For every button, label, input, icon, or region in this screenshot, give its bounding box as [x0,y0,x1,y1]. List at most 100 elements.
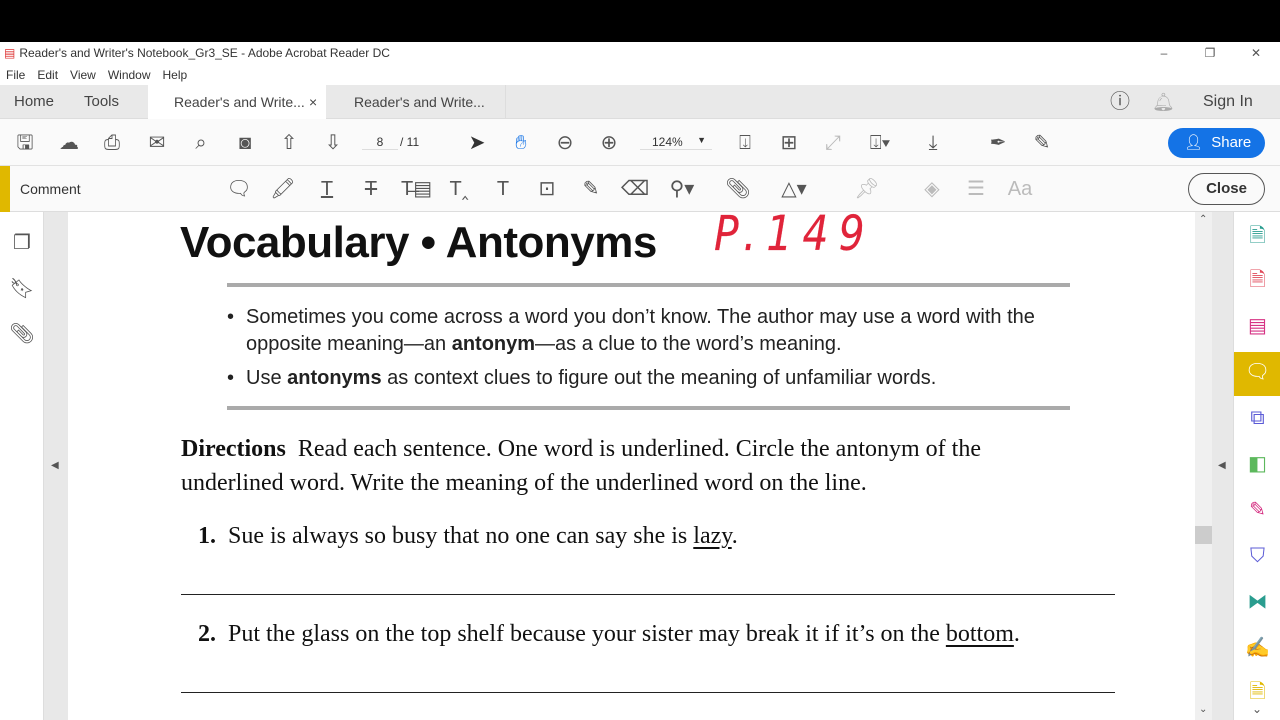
tab-tools[interactable]: Tools [84,85,119,119]
highlight-icon[interactable]: 🖍︎ [269,175,297,203]
snapshot-icon[interactable]: ◙ [231,129,259,157]
shapes-icon[interactable]: △▾ [780,175,808,203]
page-up-icon[interactable]: ⇧ [275,129,303,157]
page-number-input[interactable]: 8 [362,135,398,150]
left-nav-panel: ❐ 🔖︎ 📎︎ [0,212,44,720]
strikethrough-icon[interactable]: T [357,175,385,203]
page-down-icon[interactable]: ⇩ [319,129,347,157]
compare-icon[interactable]: ⧓ [1234,582,1280,622]
restore-button[interactable]: ❐ [1190,42,1230,64]
directions-label: Directions [181,436,286,462]
close-window-button[interactable]: ✕ [1236,42,1276,64]
menu-file[interactable]: File [6,68,25,82]
search-icon[interactable]: ⌕ [187,129,215,157]
scroll-up-icon[interactable]: ⌃ [1199,214,1207,225]
bell-icon[interactable]: 🔔︎ [1152,85,1175,119]
underline-text-icon[interactable]: T [313,175,341,203]
tab-home[interactable]: Home [14,85,54,119]
right-tools-panel: 🗎 🗎 ▤ 🗨︎ ⧉ ◧ ✎ ⛉ ⧓ ✍ 🗎 ⌄ [1233,212,1280,720]
close-comment-button[interactable]: Close [1188,173,1265,205]
menu-view[interactable]: View [70,68,96,82]
page-total: / 11 [400,135,420,149]
insert-text-icon[interactable]: T‸ [445,175,473,203]
expand-left-panel-icon[interactable]: ◀ [51,460,59,471]
fill-sign-tool-icon[interactable]: ✍ [1234,628,1280,668]
protect-icon[interactable]: ⛉ [1234,536,1280,576]
print-icon[interactable]: ⎙ [98,129,126,157]
answer-line-1[interactable] [181,594,1115,595]
select-cursor-icon[interactable]: ➤ [463,129,491,157]
page-display-icon[interactable]: ⍗▾ [866,129,894,157]
bullet-item: • Sometimes you come across a word you do… [227,306,1035,355]
attach-file-icon[interactable]: 📎︎ [724,175,752,203]
sticky-note-icon[interactable]: 🗨︎ [225,175,253,203]
answer-line-2[interactable] [181,692,1115,693]
pdf-app-icon: ▤ [4,46,16,60]
comment-accent-stripe [0,166,10,212]
zoom-out-icon[interactable]: ⊖ [551,129,579,157]
sign-in-link[interactable]: Sign In [1203,85,1253,119]
chevron-down-icon: ▼ [697,135,706,145]
create-pdf-icon[interactable]: 🗎 [1234,260,1280,300]
collapse-right-panel-icon[interactable]: ◀ [1218,460,1226,471]
hand-tool-icon[interactable]: ✋︎ [507,129,535,157]
menu-window[interactable]: Window [108,68,151,82]
bullet-item: • Use antonyms as context clues to figure… [227,367,937,389]
handwritten-page-note: P.149 [714,212,875,262]
text-style-icon[interactable]: Aa [1006,175,1034,203]
bookmark-icon[interactable]: 🔖︎ [8,275,36,303]
redact-icon[interactable]: ✎ [1234,490,1280,530]
directions-text: Read each sentence. One word is underlin… [181,436,981,496]
tab-document-active[interactable]: Reader's and Write... × [148,85,326,119]
fill-color-icon[interactable]: ◈ [918,175,946,203]
text-box-icon[interactable]: ⊡ [533,175,561,203]
pencil-icon[interactable]: ✎ [577,175,605,203]
title-bar: ▤ Reader's and Writer's Notebook_Gr3_SE … [0,42,1280,64]
zoom-dropdown[interactable]: 124% ▼ [640,135,712,150]
minimize-button[interactable]: – [1144,42,1184,64]
main-toolbar: 🖫 ☁ ⎙ ✉ ⌕ ◙ ⇧ ⇩ 8 / 11 ➤ ✋︎ ⊖ ⊕ 124% ▼ ⍗… [0,119,1280,166]
page-thumbnails-icon[interactable]: ❐ [8,229,36,257]
cloud-upload-icon[interactable]: ☁ [55,129,83,157]
pin-icon[interactable]: 📌︎ [853,175,881,203]
line-style-icon[interactable]: ☰ [962,175,990,203]
scrollbar-thumb[interactable] [1195,526,1212,544]
zoom-in-icon[interactable]: ⊕ [595,129,623,157]
save-icon[interactable]: 🖫 [11,129,39,157]
stamp-icon[interactable]: ⚲▾ [668,175,696,203]
menu-help[interactable]: Help [163,68,188,82]
window-title: Reader's and Writer's Notebook_Gr3_SE - … [19,46,390,60]
more-tools-chevron-icon[interactable]: ⌄ [1252,702,1262,716]
comment-tool-icon[interactable]: 🗨︎ [1234,352,1280,396]
help-icon[interactable]: ⓘ [1110,85,1130,119]
compress-pdf-icon[interactable]: ◧ [1234,444,1280,484]
tab-label: Reader's and Write... [354,94,485,110]
edit-pdf-icon[interactable]: ✎ [1028,129,1056,157]
full-screen-icon[interactable]: ⤢ [819,129,847,157]
replace-text-icon[interactable]: T̶▤ [401,175,432,203]
attachments-icon[interactable]: 📎︎ [8,320,36,348]
vertical-scrollbar[interactable]: ⌃ ⌄ [1195,212,1212,720]
organize-pages-icon[interactable]: ▤ [1234,306,1280,346]
tab-close-icon[interactable]: × [309,85,317,119]
fit-page-icon[interactable]: ⊞ [775,129,803,157]
scroll-down-icon[interactable]: ⌄ [1199,704,1207,715]
tab-document[interactable]: Reader's and Write... [326,85,506,119]
left-gutter: ◀ [44,212,68,720]
scroll-mode-icon[interactable]: ⤓ [919,129,947,157]
combine-files-icon[interactable]: ⧉ [1234,398,1280,438]
export-pdf-icon[interactable]: 🗎 [1234,216,1280,256]
share-label: Share [1211,134,1252,151]
share-button[interactable]: 👤︎ Share [1168,128,1265,158]
pdf-page: Vocabulary • Antonyms P.149 • Sometimes y… [68,212,1195,720]
eraser-icon[interactable]: ⌫ [621,175,649,203]
fit-width-icon[interactable]: ⍗ [731,129,759,157]
divider-rule [227,283,1070,287]
info-bullets: • Sometimes you come across a word you do… [227,304,1067,392]
directions: Directions Read each sentence. One word … [181,432,1081,500]
tab-bar: Home Tools Reader's and Write... × Reade… [0,85,1280,119]
fill-sign-icon[interactable]: ✒ [984,129,1012,157]
menu-edit[interactable]: Edit [37,68,58,82]
add-text-icon[interactable]: T [489,175,517,203]
email-icon[interactable]: ✉ [143,129,171,157]
